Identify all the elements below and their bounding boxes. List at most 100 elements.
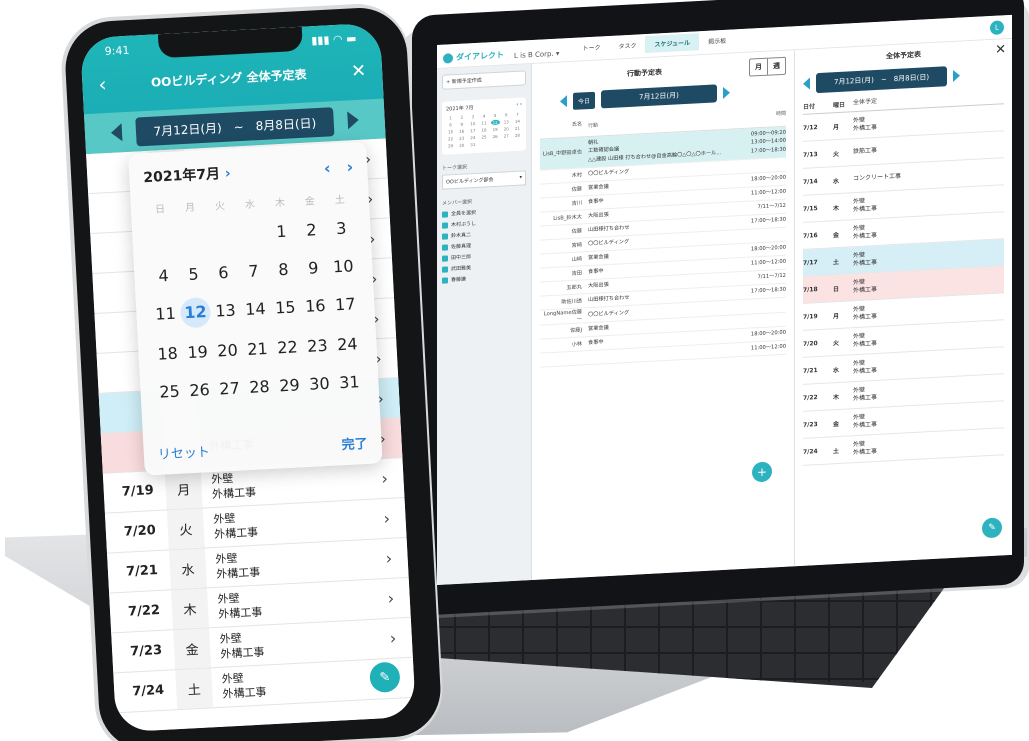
reset-button[interactable]: リセット [157, 441, 211, 463]
mini-day[interactable]: 4 [479, 113, 488, 118]
next-range-icon[interactable] [347, 110, 360, 130]
mini-day[interactable]: 18 [479, 127, 488, 132]
mini-day[interactable] [502, 140, 511, 145]
add-schedule-button[interactable]: + [752, 461, 772, 483]
mini-day[interactable]: 23 [457, 135, 466, 141]
prev-month-icon[interactable]: ‹ [323, 158, 331, 177]
calendar-day[interactable]: 15 [270, 294, 301, 322]
member-item[interactable]: 春藤謙 [442, 272, 526, 283]
calendar-day[interactable]: 17 [330, 291, 361, 319]
tab-talk[interactable]: トーク [573, 38, 609, 57]
mini-day[interactable] [513, 140, 522, 145]
next-month-icon[interactable]: › [346, 157, 354, 176]
member-item[interactable]: 武田雅美 [442, 261, 526, 272]
mini-day[interactable]: 5 [491, 113, 500, 118]
mini-day[interactable]: 10 [468, 121, 477, 126]
calendar-day[interactable]: 7 [238, 258, 269, 286]
mini-day[interactable]: 7 [513, 112, 522, 117]
calendar-day[interactable]: 30 [304, 371, 335, 399]
done-button[interactable]: 完了 [341, 433, 368, 453]
prev-range-icon[interactable] [803, 77, 810, 90]
back-icon[interactable]: ‹ [98, 72, 107, 96]
calendar-day[interactable]: 24 [332, 331, 363, 359]
picker-month[interactable]: 2021年7月 › [143, 163, 231, 188]
current-date[interactable]: 7月12日(月) [601, 84, 717, 109]
calendar-day[interactable]: 31 [334, 369, 365, 397]
tab-task[interactable]: タスク [609, 36, 645, 55]
mini-day[interactable]: 3 [468, 114, 477, 119]
calendar-day[interactable]: 12 [179, 296, 212, 329]
calendar-day[interactable]: 20 [212, 337, 243, 365]
member-item[interactable]: 佐藤真理 [442, 239, 526, 250]
today-button[interactable]: 今日 [573, 91, 596, 110]
mini-day[interactable]: 14 [513, 119, 522, 124]
prev-day-icon[interactable] [560, 95, 567, 108]
mini-day[interactable]: 21 [513, 126, 522, 131]
calendar-day[interactable]: 2 [296, 217, 327, 245]
avatar[interactable]: L [990, 20, 1004, 36]
mini-day[interactable]: 27 [502, 133, 511, 138]
calendar-day[interactable]: 3 [326, 215, 357, 243]
mini-day[interactable]: 24 [468, 135, 477, 140]
mini-day[interactable] [491, 141, 500, 146]
mini-day[interactable]: 15 [446, 129, 455, 134]
mini-day[interactable]: 2 [457, 114, 466, 120]
calendar-day[interactable]: 28 [244, 374, 275, 402]
mini-day[interactable]: 9 [457, 121, 466, 127]
mini-day[interactable]: 22 [446, 136, 455, 141]
calendar-day[interactable]: 19 [182, 339, 213, 367]
mini-day[interactable]: 26 [491, 134, 500, 139]
calendar-day[interactable]: 13 [210, 297, 241, 325]
date-range[interactable]: 7月12日(月) ~ 8月8日(日) [134, 106, 335, 147]
talk-select[interactable]: OOビルディング部会 ▾ [442, 170, 526, 190]
next-range-icon[interactable] [953, 69, 961, 82]
member-item[interactable]: 田中三郎 [442, 250, 526, 261]
mini-day[interactable]: 31 [468, 142, 477, 147]
calendar-day[interactable]: 22 [272, 334, 303, 362]
date-range[interactable]: 7月12日(月) ~ 8月8日(日) [816, 66, 948, 94]
mini-day[interactable]: 30 [457, 142, 466, 148]
new-schedule-button[interactable]: + 新規予定作成 [442, 70, 526, 90]
member-item[interactable]: 木村ぷうし [442, 217, 526, 228]
mini-day[interactable]: 1 [446, 115, 455, 120]
mini-day[interactable]: 17 [468, 128, 477, 133]
calendar-day[interactable]: 4 [148, 263, 179, 291]
mini-day[interactable] [479, 141, 488, 146]
calendar-day[interactable]: 23 [302, 333, 333, 361]
calendar-day[interactable]: 8 [268, 256, 299, 284]
mini-day[interactable]: 13 [502, 119, 511, 124]
calendar-day[interactable]: 16 [300, 293, 331, 321]
mini-calendar-nav[interactable]: ‹ › [516, 102, 522, 109]
mini-day[interactable]: 20 [502, 126, 511, 131]
member-item[interactable]: 鈴木真二 [442, 228, 526, 239]
calendar-day[interactable]: 18 [152, 340, 183, 368]
mini-day[interactable]: 25 [479, 134, 488, 139]
mini-day[interactable]: 12 [490, 119, 500, 126]
calendar-day[interactable]: 14 [240, 296, 271, 324]
mini-day[interactable]: 6 [502, 112, 511, 117]
calendar-day[interactable]: 11 [150, 300, 181, 328]
close-icon[interactable]: ✕ [350, 60, 366, 82]
mini-day[interactable]: 8 [446, 122, 455, 127]
member-item[interactable]: 全員を選択 [442, 206, 526, 217]
mini-day[interactable]: 16 [457, 128, 466, 134]
calendar-day[interactable]: 5 [178, 261, 209, 289]
mini-day[interactable]: 28 [513, 133, 522, 138]
calendar-day[interactable]: 10 [328, 253, 359, 281]
prev-range-icon[interactable] [110, 123, 122, 142]
calendar-day[interactable]: 26 [184, 377, 215, 405]
calendar-day[interactable]: 27 [214, 375, 245, 403]
company-selector[interactable]: L is B Corp. ▾ [514, 50, 559, 60]
tab-bulletin[interactable]: 掲示板 [699, 31, 735, 50]
view-month-button[interactable]: 月 [750, 59, 767, 76]
next-day-icon[interactable] [722, 86, 730, 100]
calendar-day[interactable]: 6 [208, 259, 239, 287]
view-week-button[interactable]: 週 [767, 57, 785, 75]
tab-schedule[interactable]: スケジュール [645, 33, 700, 54]
edit-button[interactable]: ✎ [982, 517, 1002, 539]
calendar-day[interactable]: 1 [266, 218, 297, 246]
calendar-day[interactable]: 9 [298, 255, 329, 283]
mini-day[interactable]: 11 [479, 120, 488, 125]
calendar-day[interactable]: 29 [274, 372, 305, 400]
close-icon[interactable]: ✕ [995, 42, 1006, 58]
